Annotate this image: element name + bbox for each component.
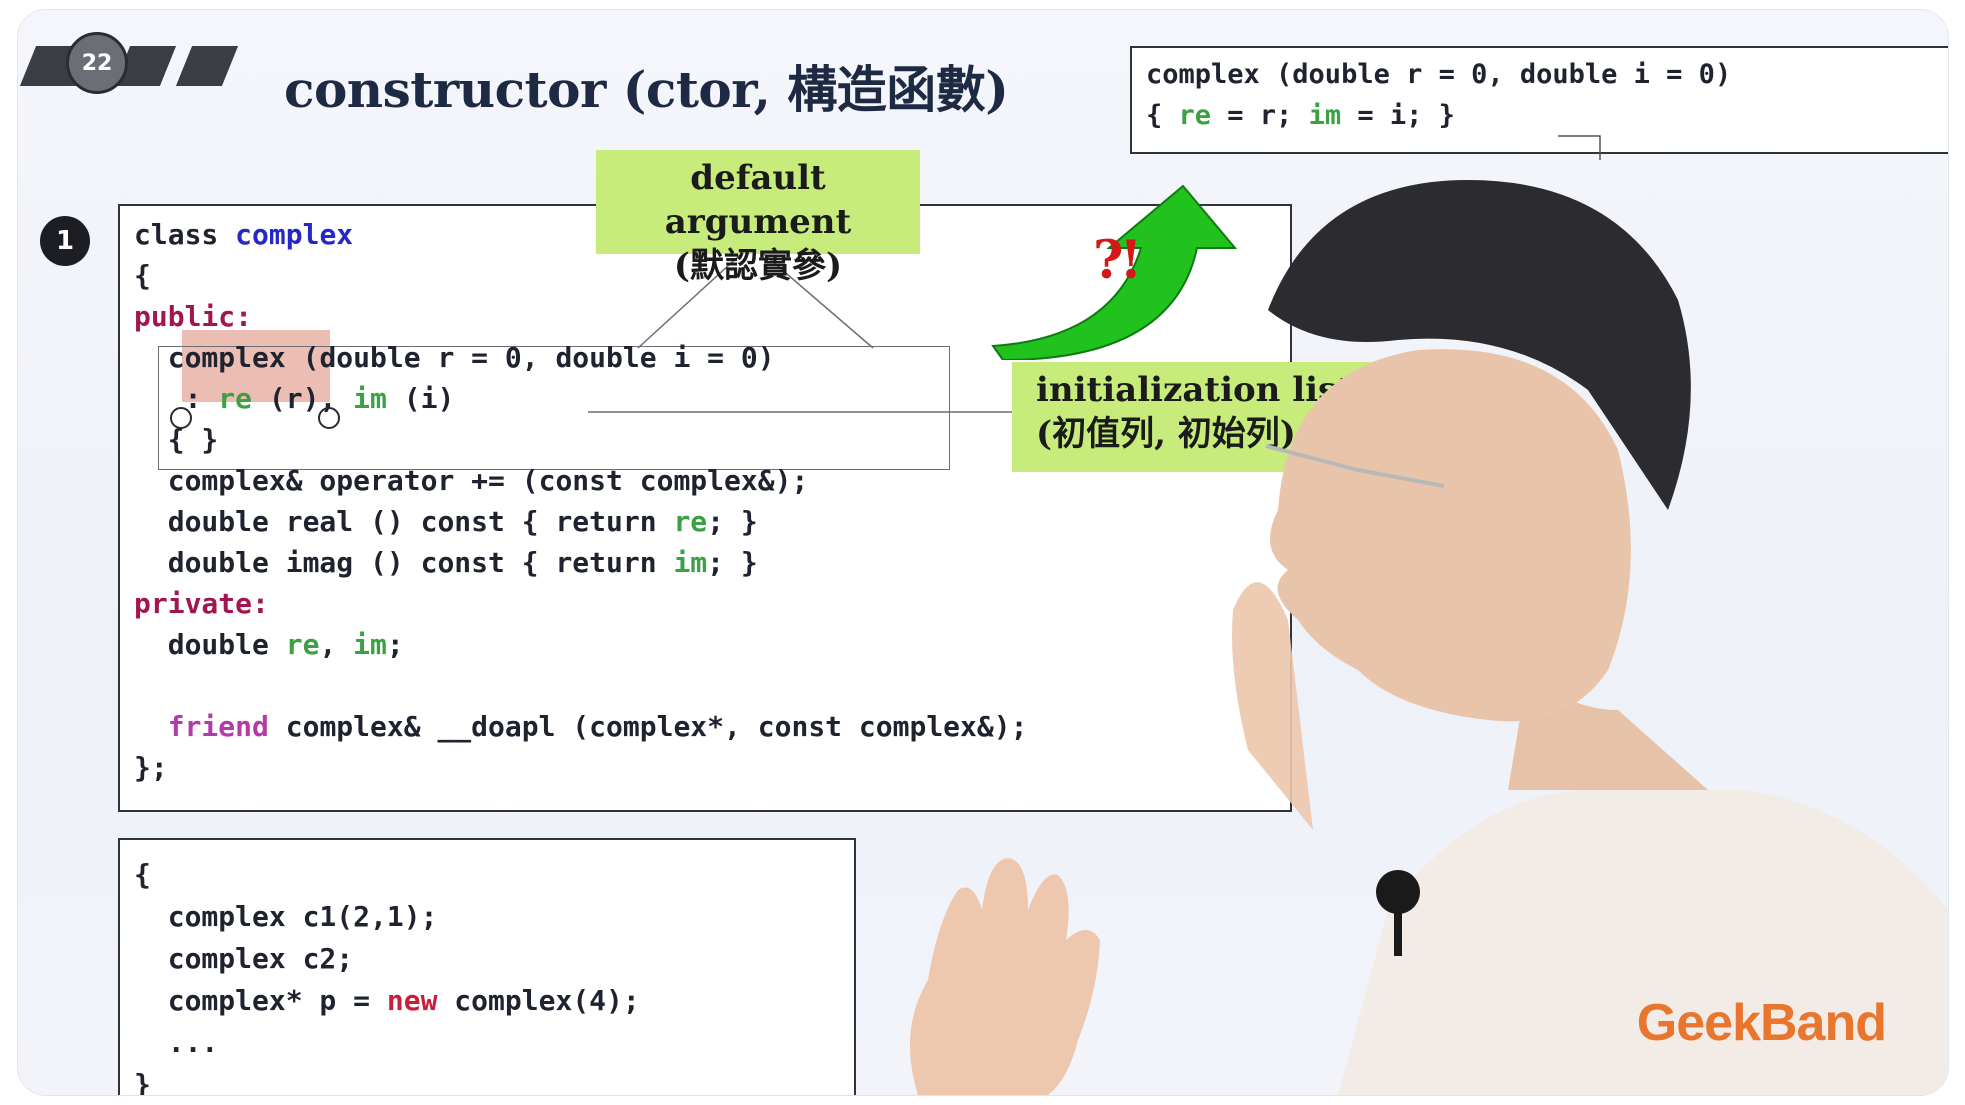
interrobang-label: ?! [1093,230,1142,291]
code-line: complex* p = new complex(4); [168,984,640,1017]
code-line: } [134,1068,151,1095]
callout-subtitle: (默認實參) [673,246,843,286]
usage-code: { complex c1(2,1); complex c2; complex* … [134,854,640,1095]
code-line: complex c2; [167,942,354,975]
slide-frame: 22 constructor (ctor, 構造函數) complex (dou… [18,10,1948,1095]
callout-title: default argument [664,158,852,242]
presenter-video-overlay [1232,180,1948,1095]
geekband-logo: GeekBand [1636,994,1887,1052]
code-line: complex c1(2,1); [167,900,438,933]
code-token: complex* p = [167,984,387,1017]
code-line: ... [167,1026,219,1059]
code-line: { [134,858,151,891]
code-token: complex(4); [437,984,640,1017]
raised-hand-overlay [910,858,1100,1095]
code-token-new: new [386,984,438,1017]
default-argument-callout: default argument (默認實參) [596,150,920,286]
